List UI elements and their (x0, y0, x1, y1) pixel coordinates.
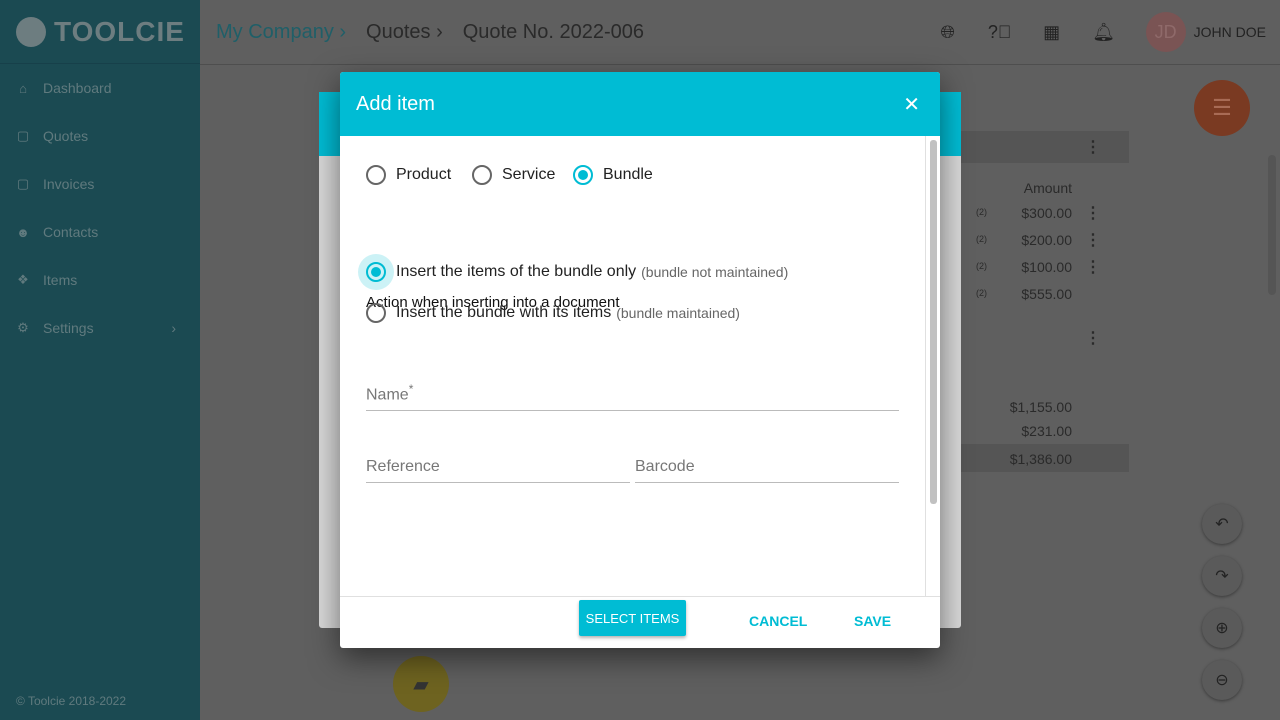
bell-icon[interactable]: 🔔︎ (1078, 22, 1130, 43)
amount: $300.00 (1021, 205, 1072, 221)
quote-icon: ▢ (16, 128, 30, 143)
type-bundle-radio[interactable]: Bundle (573, 165, 653, 185)
zoom-in-button[interactable]: ⊕ (1202, 608, 1242, 648)
add-folder-button[interactable]: ▰ (393, 656, 449, 712)
barcode-field[interactable]: Barcode (635, 458, 899, 483)
more-icon[interactable]: ⋮ (1085, 203, 1101, 223)
radio-label: Product (396, 166, 452, 183)
undo-button[interactable]: ↶ (1202, 504, 1242, 544)
amount: $100.00 (1021, 259, 1072, 275)
type-service-radio[interactable]: Service (472, 165, 555, 185)
sidebar-item-label: Contacts (43, 224, 99, 240)
radio-label: Insert the bundle with its items (396, 304, 612, 321)
sidebar-item-invoices[interactable]: ▢ Invoices (0, 160, 200, 208)
breadcrumb-quotes[interactable]: Quotes › (366, 21, 443, 44)
field-label: Name (366, 386, 409, 404)
sidebar-item-label: Settings (43, 320, 94, 336)
logo-text: TOOLCIE (54, 15, 185, 47)
dialog-footer: CANCEL SAVE (340, 596, 940, 648)
tax: $231.00 (1021, 423, 1072, 439)
logo[interactable]: TOOLCIE (0, 0, 200, 64)
action-items-only-radio[interactable]: Insert the items of the bundle only (bund… (358, 254, 789, 290)
field-label: Reference (366, 458, 440, 475)
sidebar-item-quotes[interactable]: ▢ Quotes (0, 112, 200, 160)
sidebar-item-items[interactable]: ❖ Items (0, 256, 200, 304)
logo-icon (16, 16, 46, 47)
dialog-scrollbar[interactable] (930, 140, 937, 504)
dialog-body: Product Service Bundle Action when inser… (340, 136, 926, 636)
more-icon[interactable]: ⋮ (1085, 257, 1101, 277)
zoom-out-button[interactable]: ⊖ (1202, 660, 1242, 700)
copyright: © Toolcie 2018-2022 (16, 694, 127, 708)
type-product-radio[interactable]: Product (366, 165, 451, 185)
action-bundle-maintained-radio[interactable]: Insert the bundle with its items (bundle … (366, 303, 740, 323)
sidebar-item-label: Items (43, 272, 78, 288)
radio-label: Insert the items of the bundle only (396, 263, 637, 280)
radio-circle (366, 165, 386, 185)
breadcrumb-company[interactable]: My Company › (216, 21, 346, 44)
breadcrumb-current: Quote No. 2022-006 (462, 20, 644, 43)
table-toolbar (961, 131, 1129, 163)
sidebar-item-contacts[interactable]: ☻ Contacts (0, 208, 200, 256)
breadcrumb-label: Quotes (366, 20, 431, 43)
breadcrumb-label: My Company (216, 20, 334, 43)
amount: $200.00 (1021, 232, 1072, 248)
sidebar-item-label: Invoices (43, 176, 95, 192)
save-button[interactable]: SAVE (854, 613, 891, 629)
sidebar: TOOLCIE ⌂ Dashboard ▢ Quotes ▢ Invoices ☻ Co… (0, 0, 200, 720)
home-icon: ⌂ (19, 80, 27, 96)
more-icon[interactable]: ⋮ (1085, 137, 1101, 157)
sidebar-item-settings[interactable]: ⚙ Settings › (0, 304, 200, 352)
header: My Company › Quotes › Quote No. 2022-006… (200, 0, 1280, 65)
radio-label: Service (502, 166, 556, 183)
radio-label: Bundle (603, 166, 653, 183)
radio-hint: (bundle not maintained) (641, 264, 789, 280)
user-name[interactable]: JOHN DOE (1194, 24, 1266, 40)
dialog-title: Add item (356, 92, 435, 115)
help-icon[interactable]: ?⃝ (974, 22, 1026, 43)
sidebar-item-label: Quotes (43, 128, 89, 144)
cancel-button[interactable]: CANCEL (749, 613, 807, 629)
reference-field[interactable]: Reference (366, 458, 630, 483)
required-mark: * (408, 382, 414, 396)
globe-icon[interactable]: 🌐︎ (922, 22, 974, 43)
radio-hint: (bundle maintained) (616, 305, 740, 321)
gear-icon: ⚙ (17, 320, 29, 335)
sidebar-item-dashboard[interactable]: ⌂ Dashboard (0, 64, 200, 112)
chevron-right-icon: › (171, 320, 176, 336)
radio-circle (573, 165, 593, 185)
sidebar-item-label: Dashboard (43, 80, 112, 96)
name-field[interactable]: Name* (366, 382, 899, 412)
radio-circle (472, 165, 492, 185)
page-scrollbar[interactable] (1268, 155, 1276, 295)
amount: $555.00 (1021, 286, 1072, 302)
subtotal: $1,155.00 (1009, 399, 1072, 415)
radio-circle (366, 303, 386, 323)
redo-button[interactable]: ↷ (1202, 556, 1242, 596)
amount-header: Amount (1023, 180, 1072, 196)
invoice-icon: ▢ (16, 176, 30, 191)
more-icon[interactable]: ⋮ (1085, 328, 1101, 348)
company-icon[interactable]: ▦ (1026, 22, 1078, 43)
contacts-icon: ☻ (16, 224, 30, 240)
items-icon: ❖ (17, 272, 29, 287)
add-item-dialog: Add item ✕ Product Service Bundle Action … (340, 72, 940, 648)
avatar[interactable]: JD (1145, 12, 1186, 52)
field-label: Barcode (635, 458, 695, 475)
total: $1,386.00 (1009, 451, 1072, 467)
close-icon[interactable]: ✕ (903, 92, 920, 117)
radio-circle (358, 254, 394, 290)
more-icon[interactable]: ⋮ (1085, 230, 1101, 250)
menu-fab-button[interactable]: ☰ (1194, 80, 1250, 136)
